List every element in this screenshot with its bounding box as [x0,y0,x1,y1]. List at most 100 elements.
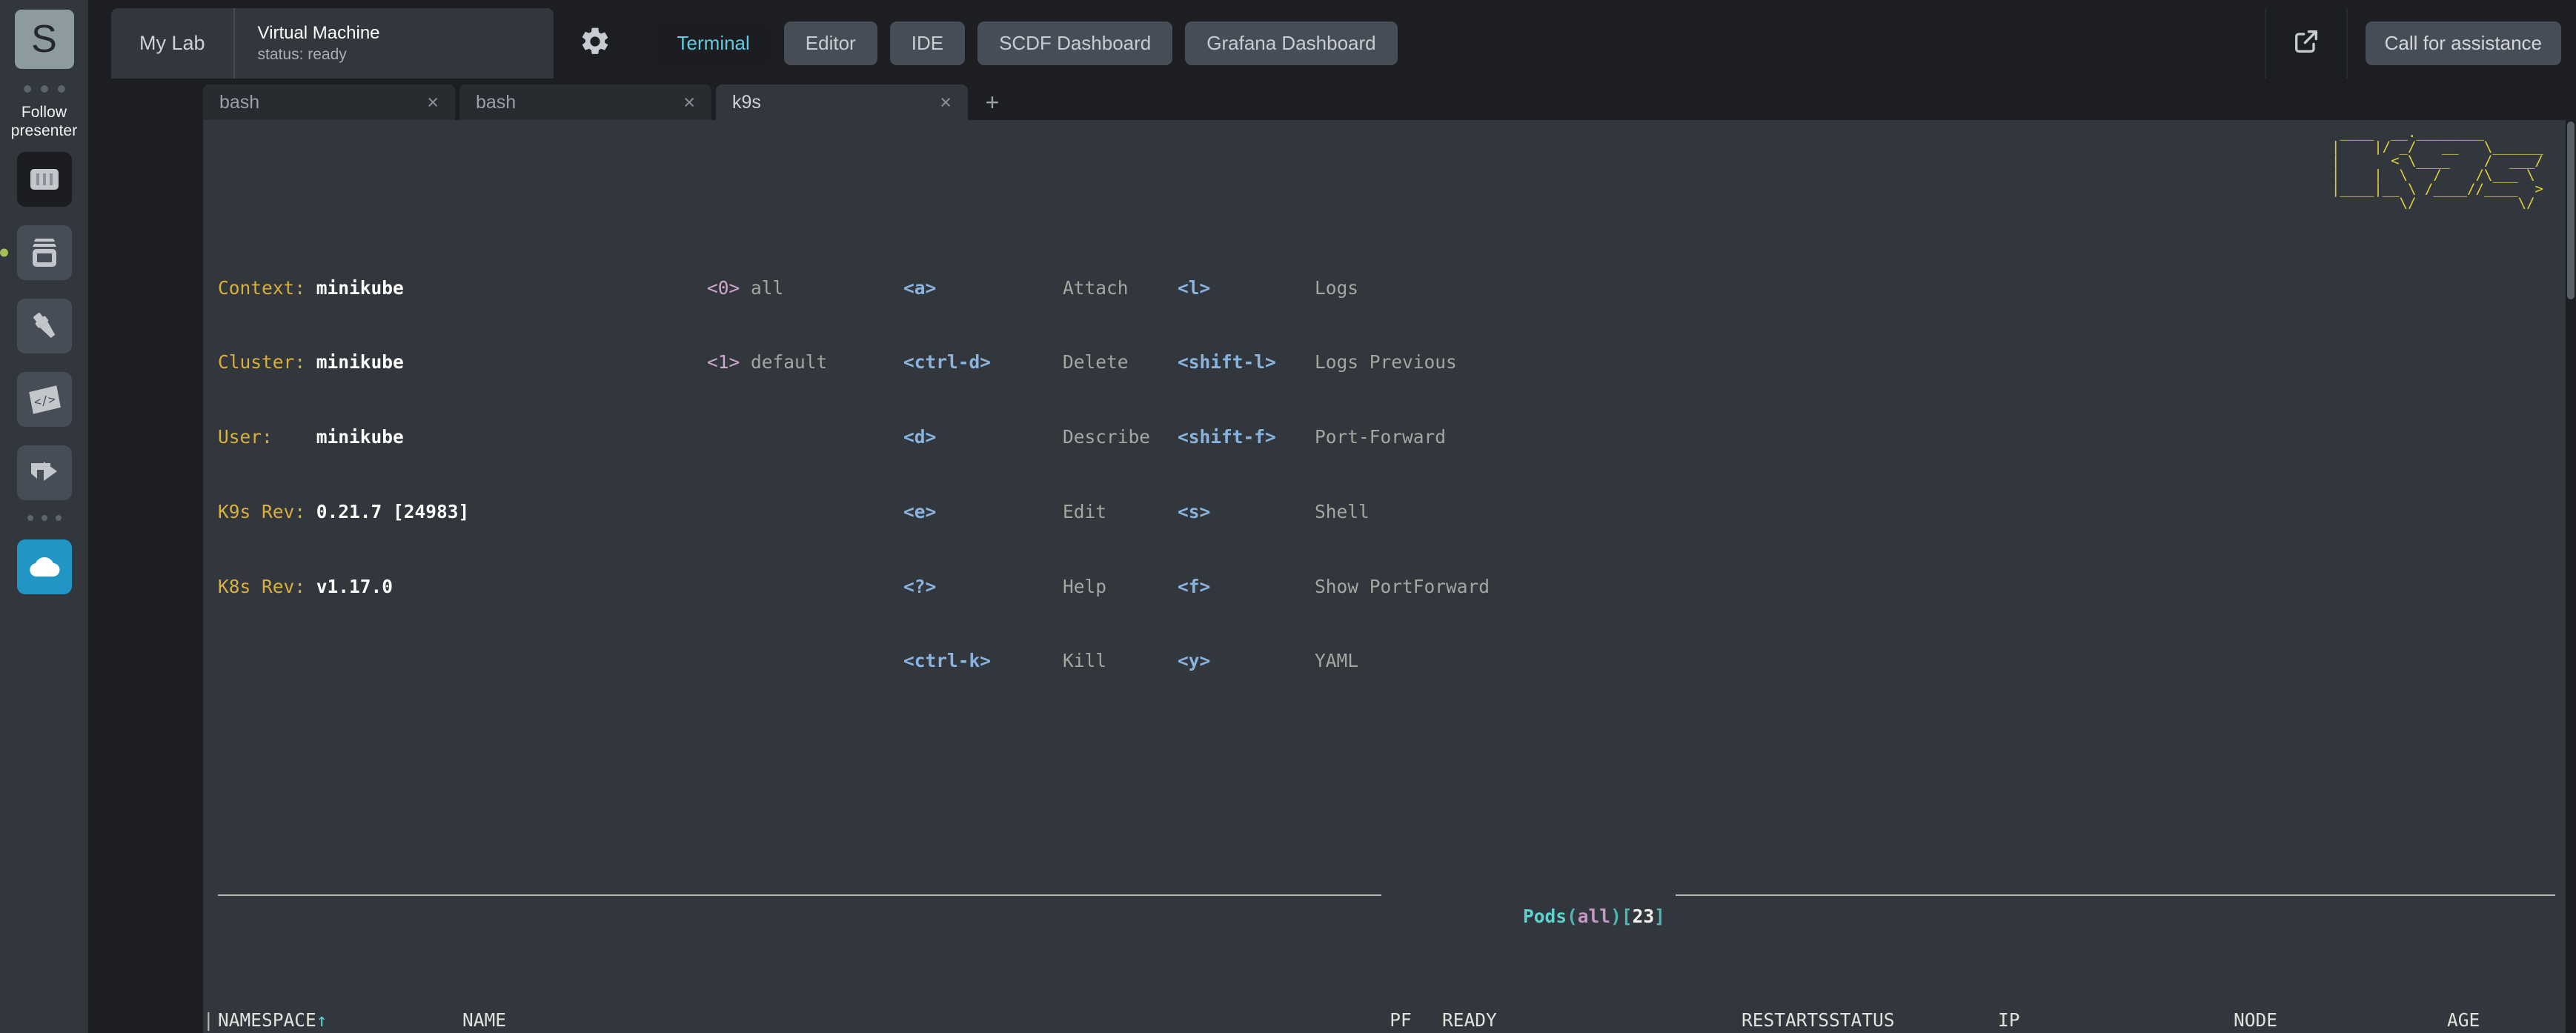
rail-item-cloud[interactable] [16,539,72,594]
table-header-row: NAMESPACE↑ NAME PF READY RESTARTS STATUS… [218,1008,2551,1033]
rail-progress-dots [23,85,65,93]
cmd-key[interactable]: <ctrl-k> [903,648,1063,674]
tab-ide[interactable]: IDE [889,21,966,65]
info-value: minikube [316,351,404,373]
cloud-icon [27,554,62,579]
my-lab-button[interactable]: My Lab [111,8,235,79]
cmd-row: <f> Show PortForward [1178,574,1593,599]
k9s-ascii-logo: ____ __.________ | |/ _/ __ \______ | < … [2331,124,2543,211]
machine-title: Virtual Machine [257,22,380,43]
cmd-label: Logs [1315,276,1359,299]
table-left-border: | | | | | | | | | | | | | | | | | | | | … [203,1009,214,1032]
pods-table[interactable]: NAMESPACE↑ NAME PF READY RESTARTS STATUS… [218,1008,2551,1033]
col-age[interactable]: AGE [2447,1008,2551,1033]
marker-pen-icon [29,310,60,342]
close-icon[interactable]: × [683,92,695,113]
col-restarts[interactable]: RESTARTS [1614,1008,1829,1033]
call-for-assistance-button[interactable]: Call for assistance [2365,21,2561,65]
col-ip[interactable]: IP [1998,1008,2234,1033]
ns-label: all [751,276,784,299]
info-key: Cluster: [218,351,306,373]
ns-label: default [751,351,828,373]
tab-grafana-dashboard[interactable]: Grafana Dashboard [1185,21,1398,65]
shell-tab-label: bash [219,91,260,113]
ns-key[interactable]: <0> [707,277,740,299]
info-value: minikube [316,426,404,448]
cmd-label: Attach [1063,276,1129,299]
pods-panel-scope: all [1577,905,1611,927]
rail-item-share[interactable] [16,445,72,500]
main-pane: My Lab Virtual Machine status: ready Ter… [88,0,2576,1033]
tab-scdf-dashboard[interactable]: SCDF Dashboard [977,21,1173,65]
cmd-row: <shift-l> Logs Previous [1178,350,1593,375]
brand-logo-letter: S [31,18,57,61]
shell-tab-k9s[interactable]: k9s × [716,84,968,120]
virtual-machine-info: Virtual Machine status: ready [235,8,554,79]
follow-presenter-label[interactable]: Follow presenter [0,103,88,140]
cmd-key[interactable]: <shift-f> [1178,425,1315,450]
gear-icon [579,25,611,62]
pods-table-head: NAMESPACE↑ NAME PF READY RESTARTS STATUS… [218,1008,2551,1033]
rail-item-annotate[interactable] [16,299,72,353]
cmd-row: <s> Shell [1178,499,1593,525]
machine-status: status: ready [257,45,347,63]
tab-editor[interactable]: Editor [783,21,877,65]
left-rail: S Follow presenter </> [0,0,88,1033]
rail-more-dots [27,515,62,521]
lab-card: My Lab Virtual Machine status: ready [111,8,554,79]
col-namespace-label: NAMESPACE [218,1009,316,1032]
lab-application: S Follow presenter </> My Lab Virtual Ma… [0,0,2576,1033]
cmd-key[interactable]: <l> [1178,276,1315,301]
info-value: 0.21.7 [24983] [316,500,470,522]
close-icon[interactable]: × [940,92,952,113]
col-pf[interactable]: PF [1359,1008,1442,1033]
brand-logo[interactable]: S [14,10,74,69]
rail-item-layout[interactable] [16,152,72,207]
terminal-scrollbar[interactable] [2566,120,2576,1033]
shell-tab-bash-1[interactable]: bash × [203,84,455,120]
col-name[interactable]: NAME [462,1008,1359,1033]
tab-scdf-dashboard-label: SCDF Dashboard [999,32,1152,54]
rail-more-dot-1 [27,515,33,521]
tab-terminal[interactable]: Terminal [655,21,771,65]
cmd-key[interactable]: <?> [903,574,1063,599]
close-icon[interactable]: × [427,92,439,113]
rail-more-dot-3 [55,515,62,521]
shell-tab-bash-2[interactable]: bash × [459,84,711,120]
rail-item-code[interactable]: </> [16,372,72,427]
cmd-key[interactable]: <s> [1178,499,1315,525]
ns-key[interactable]: <1> [707,351,740,373]
cmd-row: <y> YAML [1178,648,1593,674]
cmd-label: Kill [1063,650,1107,672]
rail-dot-1 [23,85,31,93]
k9s-commands-right: <l> Logs <shift-l> Logs Previous <shift-f>… [1178,225,1593,723]
ns-key-row: <0> all [707,276,903,301]
settings-button[interactable] [554,8,637,79]
rail-more-dot-2 [41,515,47,521]
cmd-key[interactable]: <f> [1178,574,1315,599]
col-node[interactable]: NODE [2234,1008,2447,1033]
col-status[interactable]: STATUS [1829,1008,1998,1033]
external-link-icon [2291,27,2321,60]
cmd-row: <e> Edit [903,499,1178,525]
cmd-key[interactable]: <shift-l> [1178,350,1315,375]
rail-item-container[interactable] [0,225,72,280]
cmd-key[interactable]: <ctrl-d> [903,350,1063,375]
pods-panel-title-bar: Pods(all)[23] [203,883,2566,950]
rail-dot-3 [57,85,65,93]
scrollbar-thumb[interactable] [2567,122,2575,299]
cmd-key[interactable]: <e> [903,499,1063,525]
terminal-panel: Context: minikube Cluster: minikube User… [203,120,2576,1033]
cmd-key[interactable]: <a> [903,276,1063,301]
new-shell-tab-button[interactable]: + [972,84,1012,120]
cmd-row: <ctrl-k> Kill [903,648,1178,674]
cmd-key[interactable]: <y> [1178,648,1315,674]
open-external-button[interactable] [2266,27,2346,60]
status-dot-icon [0,248,8,257]
cmd-label: Shell [1315,500,1370,522]
col-ready[interactable]: READY [1442,1008,1614,1033]
k9s-terminal[interactable]: Context: minikube Cluster: minikube User… [203,120,2566,1033]
cmd-key[interactable]: <d> [903,425,1063,450]
view-tabs: Terminal Editor IDE SCDF Dashboard Grafa… [655,8,1398,79]
col-namespace[interactable]: NAMESPACE↑ [218,1008,462,1033]
